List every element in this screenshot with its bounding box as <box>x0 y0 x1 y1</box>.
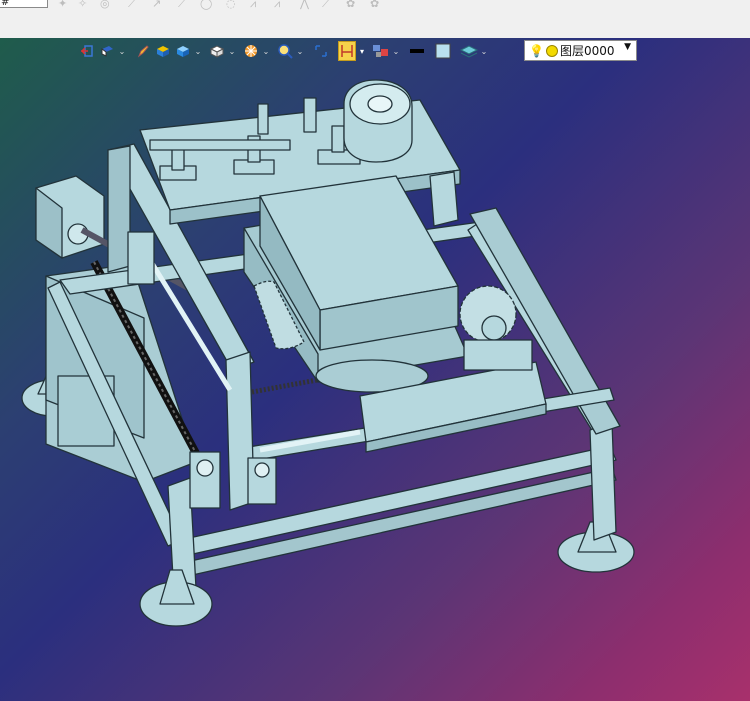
shaft-post <box>257 103 269 135</box>
ghost-tool-icon[interactable]: ⟋ <box>322 0 330 11</box>
ribbon-toolbar: # ✦ ✧ ◎ ⟋ ↗ ⟋ ◯ ◌ ⩘ ⩘ ⋀ ⟋ ✿ ✿ <box>0 0 750 39</box>
ghost-tool-icon[interactable]: ◯ <box>200 0 212 10</box>
ghost-tool-icon[interactable]: ✿ <box>346 0 355 10</box>
motor-mount <box>463 339 533 371</box>
bearing-support <box>127 231 155 285</box>
pillow-block <box>149 139 291 151</box>
shaft-support <box>331 125 345 153</box>
ghost-tool-icon[interactable]: ⋀ <box>300 0 309 10</box>
support-bore <box>254 462 270 478</box>
ghost-tool-icon[interactable]: ↗ <box>152 0 161 10</box>
ghost-tool-icon[interactable]: ◌ <box>226 0 236 10</box>
ghost-tool-icon[interactable]: ✧ <box>78 0 87 10</box>
frame-leg <box>589 421 617 541</box>
ghost-tool-icon[interactable]: ✦ <box>58 0 67 10</box>
command-input[interactable]: # <box>0 0 48 8</box>
ghost-tool-icon[interactable]: ⩘ <box>250 0 256 11</box>
upper-frame <box>429 171 459 227</box>
upper-frame <box>107 145 131 273</box>
gear-hub <box>481 315 507 341</box>
support-bore <box>196 459 214 477</box>
3d-viewport[interactable]: ⌄ ⌄ ⌄ ⌄ ⌄ ▾ ⌄ ⌄ 💡 图层0000 ▼ <box>0 38 750 701</box>
ghost-tool-icon[interactable]: ✿ <box>370 0 379 10</box>
ghost-tool-icon[interactable]: ⩘ <box>274 0 280 11</box>
machine-model[interactable] <box>0 38 750 701</box>
ghost-tool-icon[interactable]: ⟋ <box>128 0 136 11</box>
shaft-post <box>303 97 317 133</box>
ghost-tool-icon[interactable]: ⟋ <box>178 0 186 11</box>
ghost-tool-icon[interactable]: ◎ <box>100 0 110 10</box>
bearing-hub <box>367 95 393 113</box>
